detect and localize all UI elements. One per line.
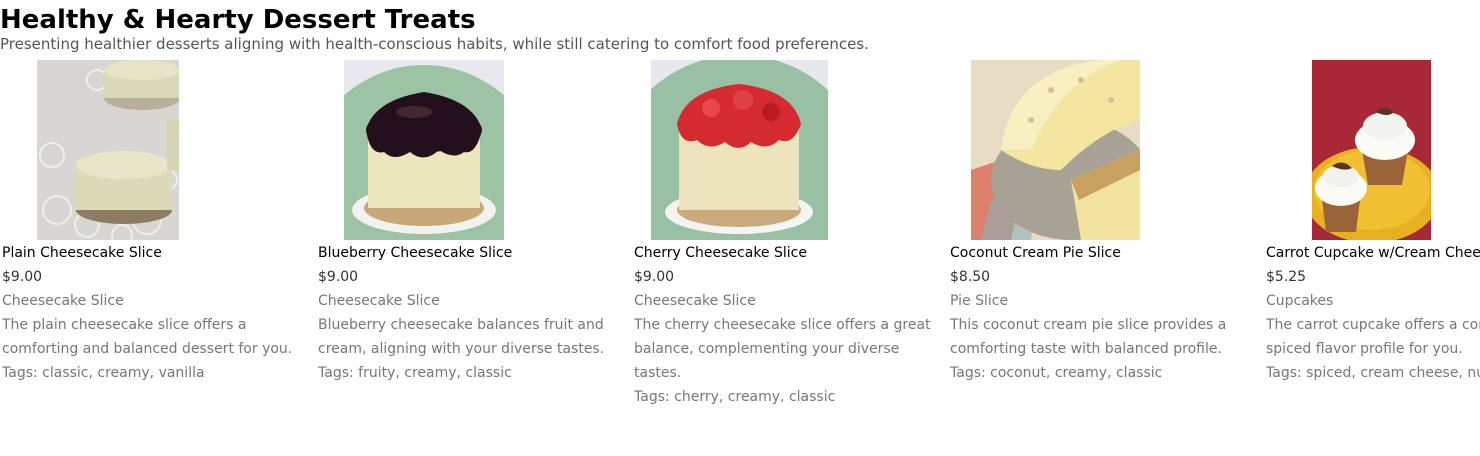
product-image[interactable] xyxy=(971,60,1140,240)
product-name[interactable]: Carrot Cupcake w/Cream Cheese Frosting xyxy=(1266,241,1480,265)
product-tags: Tags: spiced, cream cheese, nuts xyxy=(1266,365,1480,381)
product-tags: Tags: fruity, creamy, classic xyxy=(318,365,512,381)
product-info: Cherry Cheesecake Slice $9.00 Cheesecake… xyxy=(634,241,934,409)
product-description: Blueberry cheesecake balances fruit and … xyxy=(318,317,605,357)
product-card[interactable]: Cherry Cheesecake Slice $9.00 Cheesecake… xyxy=(632,60,948,456)
product-image[interactable] xyxy=(651,60,828,240)
product-price: $9.00 xyxy=(2,269,43,285)
product-name[interactable]: Blueberry Cheesecake Slice xyxy=(318,241,618,265)
product-price: $5.25 xyxy=(1266,269,1307,285)
product-name[interactable]: Cherry Cheesecake Slice xyxy=(634,241,934,265)
product-price: $8.50 xyxy=(950,269,991,285)
product-card[interactable]: Coconut Cream Pie Slice $8.50 Pie Slice … xyxy=(948,60,1264,456)
page-subtitle: Presenting healthier desserts aligning w… xyxy=(0,35,869,53)
page-title: Healthy & Hearty Dessert Treats xyxy=(0,5,476,35)
product-price: $9.00 xyxy=(634,269,675,285)
product-list: Plain Cheesecake Slice $9.00 Cheesecake … xyxy=(0,60,1480,456)
product-name[interactable]: Coconut Cream Pie Slice xyxy=(950,241,1250,265)
product-description: This coconut cream pie slice provides a … xyxy=(950,317,1227,357)
product-info: Plain Cheesecake Slice $9.00 Cheesecake … xyxy=(2,241,302,385)
product-card[interactable]: Carrot Cupcake w/Cream Cheese Frosting $… xyxy=(1264,60,1480,456)
product-price: $9.00 xyxy=(318,269,359,285)
product-image[interactable] xyxy=(344,60,504,240)
product-info: Carrot Cupcake w/Cream Cheese Frosting $… xyxy=(1266,241,1480,385)
product-tags: Tags: coconut, creamy, classic xyxy=(950,365,1163,381)
product-category: Cheesecake Slice xyxy=(2,293,124,309)
product-card[interactable]: Blueberry Cheesecake Slice $9.00 Cheesec… xyxy=(316,60,632,456)
product-category: Cheesecake Slice xyxy=(634,293,756,309)
product-info: Blueberry Cheesecake Slice $9.00 Cheesec… xyxy=(318,241,618,385)
product-image[interactable] xyxy=(37,60,179,240)
product-tags: Tags: classic, creamy, vanilla xyxy=(2,365,205,381)
product-category: Pie Slice xyxy=(950,293,1009,309)
product-description: The carrot cupcake offers a comforting s… xyxy=(1266,317,1480,357)
product-description: The cherry cheesecake slice offers a gre… xyxy=(634,317,931,381)
product-card[interactable]: Plain Cheesecake Slice $9.00 Cheesecake … xyxy=(0,60,316,456)
product-category: Cheesecake Slice xyxy=(318,293,440,309)
product-image[interactable] xyxy=(1312,60,1431,240)
product-tags: Tags: cherry, creamy, classic xyxy=(634,389,836,405)
product-description: The plain cheesecake slice offers a comf… xyxy=(2,317,293,357)
product-category: Cupcakes xyxy=(1266,293,1334,309)
product-name[interactable]: Plain Cheesecake Slice xyxy=(2,241,302,265)
product-info: Coconut Cream Pie Slice $8.50 Pie Slice … xyxy=(950,241,1250,385)
